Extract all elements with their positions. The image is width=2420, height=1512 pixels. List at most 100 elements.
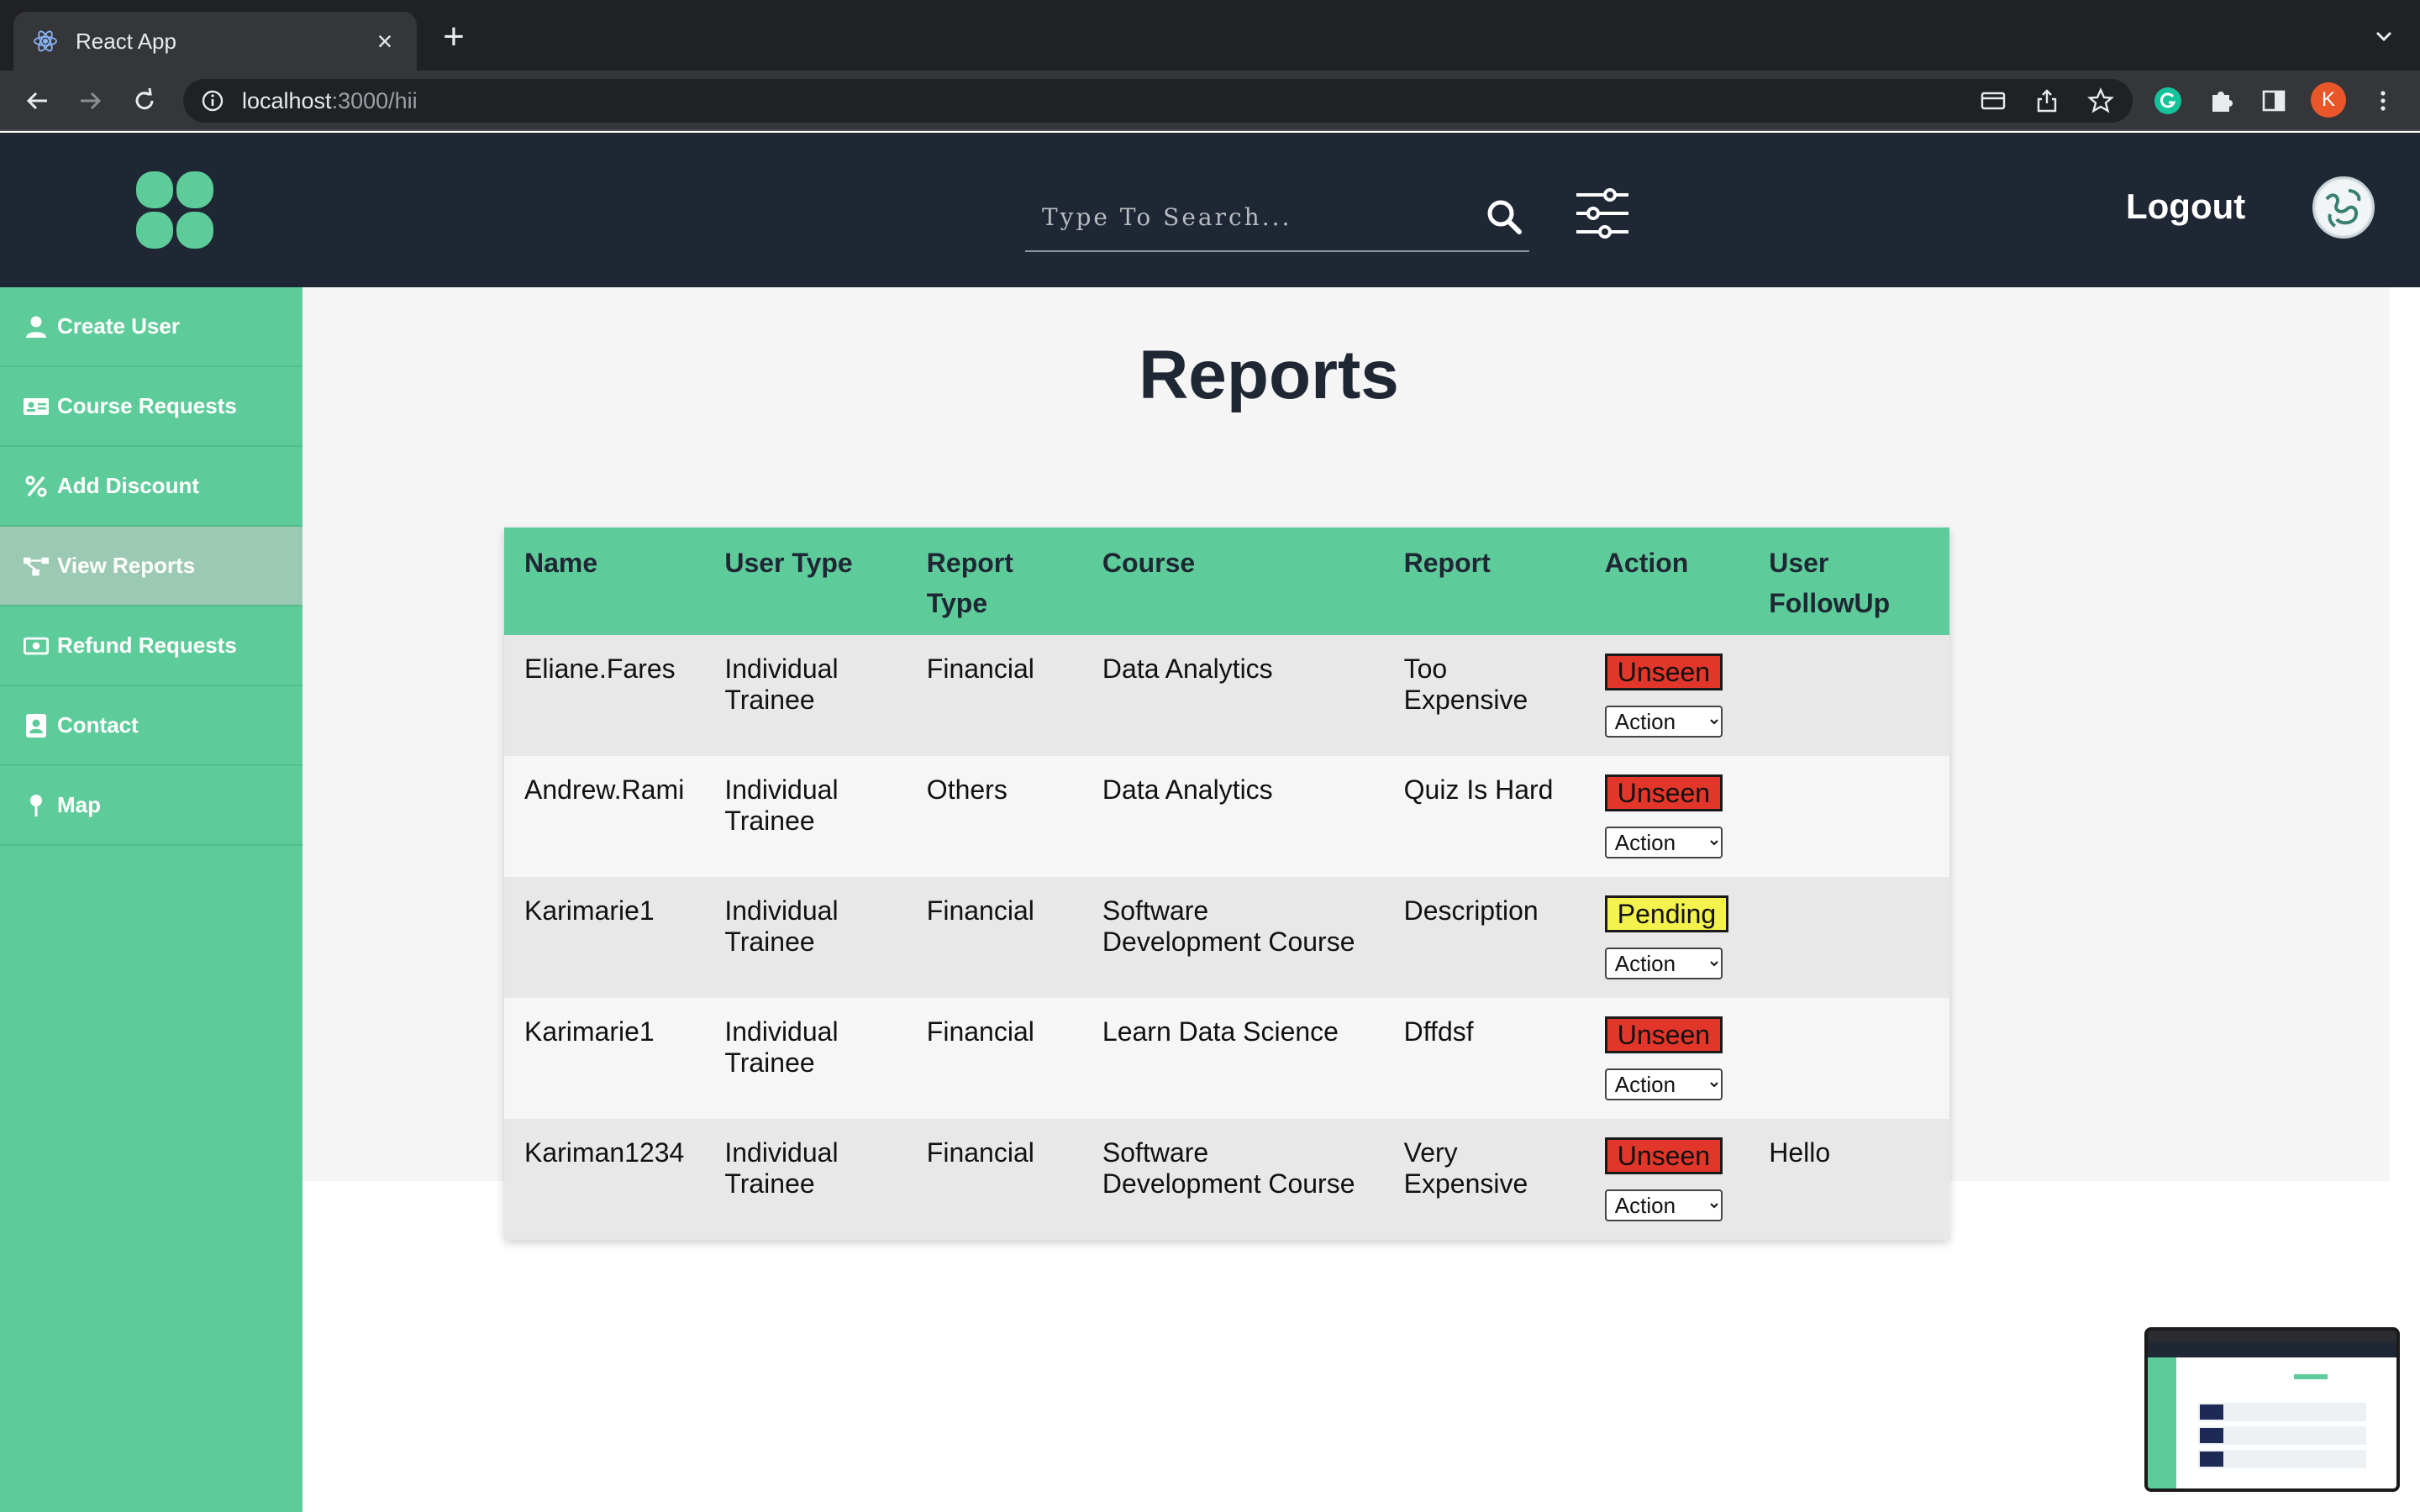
cell-user-type: Individual Trainee	[704, 998, 907, 1119]
browser-tabbar: React App × +	[0, 0, 2420, 71]
cell-followup	[1749, 635, 1949, 756]
cell-user-type: Individual Trainee	[704, 877, 907, 998]
filter-sliders-icon[interactable]	[1573, 186, 1632, 240]
cell-user-type: Individual Trainee	[704, 756, 907, 877]
table-header-row: Name User Type Report Type Course Report…	[504, 528, 1949, 635]
sidebar-item-label: Add Discount	[57, 473, 199, 498]
action-dropdown[interactable]: Action	[1604, 1189, 1723, 1221]
cell-course: Software Development Course	[1081, 877, 1384, 998]
cell-report-type: Financial	[906, 877, 1082, 998]
percent-icon	[24, 474, 49, 499]
sidebar-item-map[interactable]: Map	[0, 766, 302, 846]
site-info-icon[interactable]	[200, 88, 225, 113]
clover-logo-icon[interactable]	[134, 170, 215, 250]
column-header-user-type: User Type	[704, 528, 907, 635]
search-bar	[1025, 185, 1529, 252]
cell-action: Pending Action	[1584, 877, 1749, 998]
reload-icon[interactable]	[126, 82, 163, 119]
column-header-name: Name	[504, 528, 705, 635]
sidebar-item-course-requests[interactable]: Course Requests	[0, 367, 302, 447]
cell-report: Very Expensive	[1383, 1119, 1585, 1240]
column-header-course: Course	[1081, 528, 1384, 635]
close-tab-icon[interactable]: ×	[371, 28, 398, 55]
user-avatar[interactable]	[2312, 176, 2375, 239]
sidebar-item-label: Refund Requests	[57, 633, 237, 658]
sidebar-item-label: Create User	[57, 313, 180, 339]
cell-name: Karimarie1	[504, 998, 705, 1119]
cell-name: Eliane.Fares	[504, 635, 705, 756]
cell-report: Too Expensive	[1383, 635, 1585, 756]
column-header-action: Action	[1584, 528, 1749, 635]
cell-action: Unseen Action	[1584, 635, 1749, 756]
browser-tab[interactable]: React App ×	[13, 12, 417, 71]
cell-name: Karimarie1	[504, 877, 705, 998]
cell-user-type: Individual Trainee	[704, 1119, 907, 1240]
action-dropdown[interactable]: Action	[1604, 1068, 1723, 1100]
screenshot-thumbnail[interactable]	[2144, 1327, 2400, 1492]
sidebar-item-label: View Reports	[57, 553, 196, 578]
column-header-report: Report	[1383, 528, 1585, 635]
grammarly-icon[interactable]	[2149, 82, 2186, 119]
action-dropdown[interactable]: Action	[1604, 948, 1723, 979]
cell-followup	[1749, 756, 1949, 877]
browser-menu-icon[interactable]	[2365, 82, 2402, 119]
sidebar: Create User Course Requests Add Discount…	[0, 287, 302, 1512]
cell-report-type: Financial	[906, 1119, 1082, 1240]
cell-report: Description	[1383, 877, 1585, 998]
browser-toolbar: localhost:3000/hii	[0, 71, 2420, 131]
cell-user-type: Individual Trainee	[704, 635, 907, 756]
column-header-report-type: Report Type	[906, 528, 1082, 635]
money-icon	[24, 633, 49, 659]
status-badge: Pending	[1604, 895, 1729, 932]
profile-avatar[interactable]: K	[2311, 82, 2346, 118]
forward-arrow-icon[interactable]	[72, 82, 109, 119]
cell-followup: Hello	[1749, 1119, 1949, 1240]
address-bar[interactable]: localhost:3000/hii	[183, 79, 2133, 123]
sidebar-item-create-user[interactable]: Create User	[0, 287, 302, 367]
reports-table: Name User Type Report Type Course Report…	[504, 528, 1949, 1240]
table-row: Eliane.Fares Individual Trainee Financia…	[504, 635, 1949, 756]
cell-report-type: Others	[906, 756, 1082, 877]
sidebar-item-view-reports[interactable]: View Reports	[0, 527, 302, 606]
cell-course: Data Analytics	[1081, 756, 1384, 877]
cell-report: Dffdsf	[1383, 998, 1585, 1119]
search-icon[interactable]	[1484, 197, 1524, 237]
cell-followup	[1749, 877, 1949, 998]
user-icon	[24, 314, 49, 339]
card-icon[interactable]	[1980, 87, 2007, 114]
action-dropdown[interactable]: Action	[1604, 827, 1723, 858]
status-badge: Unseen	[1604, 1137, 1723, 1174]
contact-icon	[24, 713, 49, 738]
search-input[interactable]	[1025, 185, 1462, 249]
cell-name: Kariman1234	[504, 1119, 705, 1240]
status-badge: Unseen	[1604, 654, 1723, 690]
cell-course: Learn Data Science	[1081, 998, 1384, 1119]
status-badge: Unseen	[1604, 774, 1723, 811]
cell-action: Unseen Action	[1584, 756, 1749, 877]
chevron-down-icon[interactable]	[2371, 24, 2396, 49]
sidebar-item-label: Map	[57, 792, 101, 817]
cell-course: Software Development Course	[1081, 1119, 1384, 1240]
logout-button[interactable]: Logout	[2126, 186, 2245, 227]
back-arrow-icon[interactable]	[18, 82, 55, 119]
action-dropdown[interactable]: Action	[1604, 706, 1723, 738]
sidebar-item-refund-requests[interactable]: Refund Requests	[0, 606, 302, 686]
table-row: Andrew.Rami Individual Trainee Others Da…	[504, 756, 1949, 877]
sidebar-item-label: Contact	[57, 712, 139, 738]
react-icon	[32, 28, 59, 55]
bookmark-star-icon[interactable]	[2086, 87, 2115, 114]
sidebar-item-contact[interactable]: Contact	[0, 686, 302, 766]
cell-name: Andrew.Rami	[504, 756, 705, 877]
cell-report-type: Financial	[906, 635, 1082, 756]
sidebar-item-label: Course Requests	[57, 393, 237, 418]
cell-action: Unseen Action	[1584, 998, 1749, 1119]
url-host: localhost	[242, 87, 332, 113]
cell-report: Quiz Is Hard	[1383, 756, 1585, 877]
sidebar-item-add-discount[interactable]: Add Discount	[0, 447, 302, 527]
extensions-puzzle-icon[interactable]	[2203, 82, 2240, 119]
new-tab-icon[interactable]: +	[437, 18, 471, 55]
side-panel-icon[interactable]	[2255, 82, 2292, 119]
column-header-user-followup: User FollowUp	[1749, 528, 1949, 635]
table-row: Karimarie1 Individual Trainee Financial …	[504, 998, 1949, 1119]
share-icon[interactable]	[2033, 87, 2060, 114]
